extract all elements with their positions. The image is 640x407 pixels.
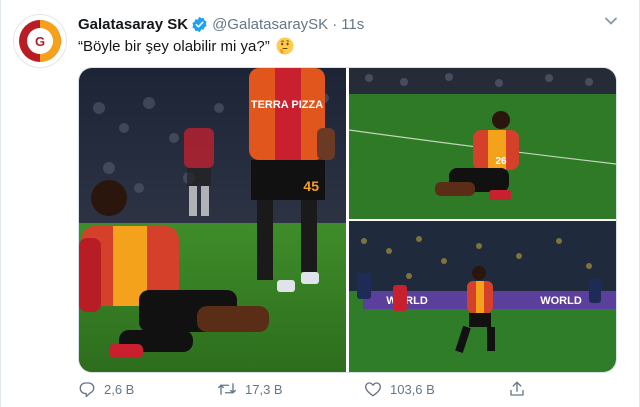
more-options-chevron-icon[interactable] [604, 14, 618, 28]
share-icon [510, 381, 524, 396]
heart-icon [365, 382, 381, 397]
shorts-number: 45 [303, 178, 319, 194]
photo-2[interactable]: 26 [349, 68, 616, 219]
separator-dot: · [332, 15, 338, 33]
like-count: 103,6 B [390, 381, 435, 397]
verified-badge-icon [191, 16, 208, 33]
retweet-icon [218, 383, 236, 395]
board-text-2: WORLD [540, 295, 582, 307]
shirt-number: 26 [495, 156, 507, 167]
reply-icon [79, 382, 95, 398]
reply-count: 2,6 B [104, 381, 135, 397]
thinking-face-emoji-icon [276, 37, 294, 55]
board-text-1: WORLD [386, 295, 428, 307]
user-handle[interactable]: @GalatasaraySK [212, 16, 328, 33]
reply-button[interactable]: 2,6 B [78, 380, 134, 398]
photo-3[interactable]: WORLD WORLD [349, 221, 616, 372]
svg-text:G: G [35, 34, 45, 49]
like-button[interactable]: 103,6 B [364, 380, 435, 398]
tweet-timestamp[interactable]: 11s [341, 16, 364, 33]
tweet-actions: 2,6 B 17,3 B 103,6 B [78, 380, 538, 402]
media-grid: TERRA PIZZA 45 26 WORLD [78, 67, 617, 373]
retweet-button[interactable]: 17,3 B [217, 380, 283, 398]
left-border [0, 0, 1, 407]
share-button[interactable] [508, 380, 526, 398]
tweet-text: “Böyle bir şey olabilir mi ya?” [78, 37, 294, 55]
tweet-body: “Böyle bir şey olabilir mi ya?” [78, 37, 270, 55]
profile-avatar[interactable]: G [13, 14, 67, 68]
tweet-header: Galatasaray SK @GalatasaraySK · 11s [78, 14, 364, 34]
shirt-sponsor: TERRA PIZZA [251, 99, 323, 111]
photo-1[interactable]: TERRA PIZZA 45 [79, 68, 346, 372]
galatasaray-logo: G [15, 16, 65, 66]
retweet-count: 17,3 B [245, 381, 283, 397]
display-name[interactable]: Galatasaray SK [78, 16, 188, 33]
